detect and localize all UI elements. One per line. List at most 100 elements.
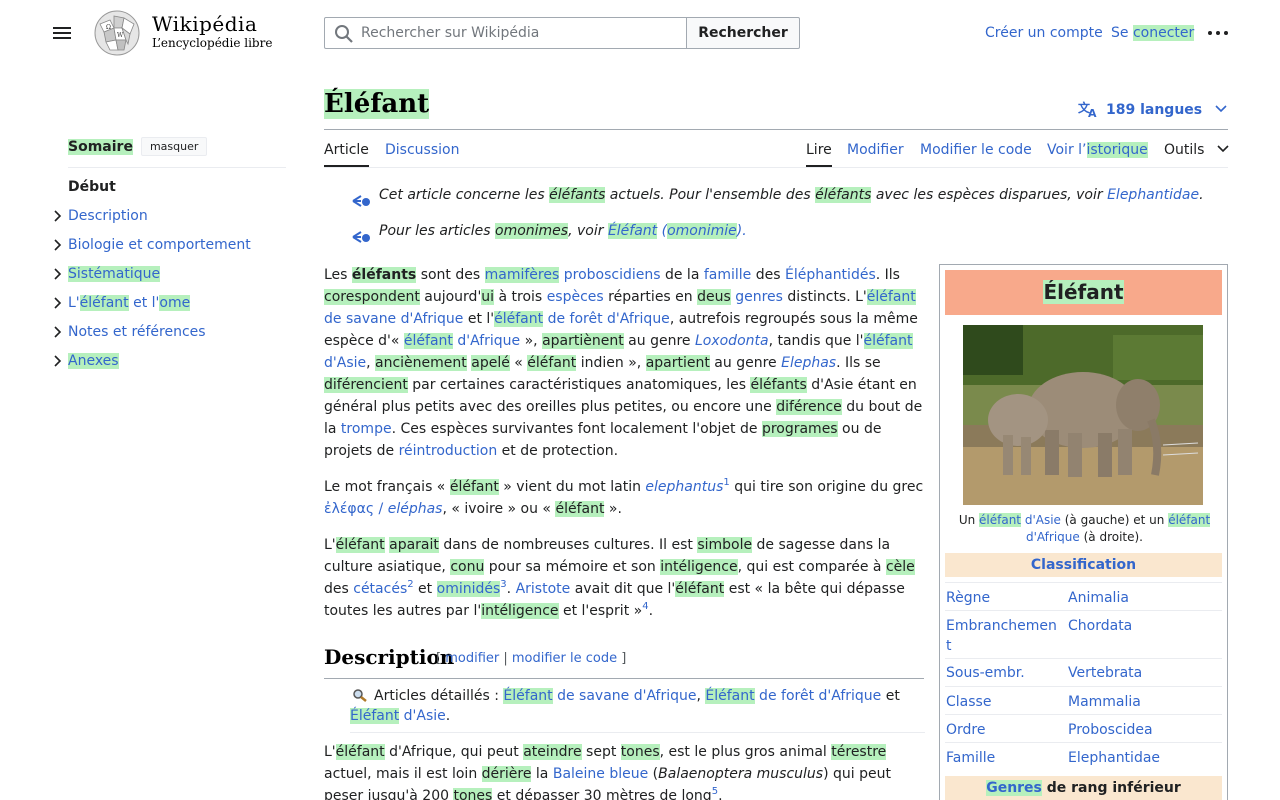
link[interactable]: genres — [735, 289, 783, 305]
toc-item-biologie[interactable]: Biologie et comportement — [54, 237, 251, 253]
toc-item-sistematique[interactable]: Sistématique — [54, 266, 161, 282]
search-input[interactable] — [361, 23, 681, 43]
chevron-right-icon[interactable] — [52, 266, 64, 282]
t: L' — [324, 537, 336, 553]
toc-item-label: Anexes — [68, 353, 119, 369]
hatnote-link-elefant[interactable]: Éléfant — [607, 223, 658, 239]
caption-link[interactable]: d'Asie — [1021, 513, 1061, 527]
t: projets de — [324, 443, 399, 459]
infobox-row-value[interactable]: Animalia — [1068, 588, 1129, 608]
infobox-row-key[interactable]: Famille — [946, 748, 1064, 768]
t: . — [506, 581, 516, 597]
chevron-right-icon[interactable] — [52, 295, 64, 311]
chevron-right-icon[interactable] — [52, 208, 64, 224]
link[interactable]: éléfant — [863, 333, 913, 349]
infobox-row-value[interactable]: Proboscidea — [1068, 720, 1153, 740]
t: toutes les autres par l' — [324, 603, 482, 619]
chevron-right-icon[interactable] — [52, 353, 64, 369]
main-menu-button[interactable] — [50, 21, 74, 45]
link[interactable]: de forêt d'Afrique — [548, 311, 670, 327]
wikipedia-globe-logo[interactable]: Ω W — [92, 10, 142, 56]
t: de sagesse dans la — [752, 537, 891, 553]
link[interactable]: de savane d'Afrique — [324, 311, 463, 327]
toc-item-anexes[interactable]: Anexes — [54, 353, 119, 369]
detail-link[interactable]: Éléfant — [705, 688, 755, 704]
chevron-right-icon[interactable] — [52, 324, 64, 340]
link[interactable]: éléfant — [866, 289, 916, 305]
link[interactable]: éléfant — [494, 311, 544, 327]
login-link[interactable]: Se conecter — [1111, 25, 1195, 41]
infobox-row-key[interactable]: Règne — [946, 588, 1064, 608]
elephants-photo[interactable] — [963, 325, 1203, 505]
link[interactable]: espèces — [547, 289, 604, 305]
infobox-row-key[interactable]: Classe — [946, 692, 1064, 712]
hatnote-link-elephantidae[interactable]: Elephantidae — [1107, 187, 1199, 203]
infobox-row-value[interactable]: Vertebrata — [1068, 663, 1142, 683]
infobox-row-value[interactable]: Elephantidae — [1068, 748, 1160, 768]
caption-link[interactable]: éléfant — [1168, 513, 1211, 527]
intro-paragraph-1: Les éléfants sont des mamifères probosci… — [324, 264, 929, 462]
t: ( — [648, 766, 659, 782]
wordmark[interactable]: Wikipédia — [152, 12, 257, 36]
caption-link[interactable]: éléfant — [979, 513, 1022, 527]
detail-link[interactable]: Éléfant — [503, 688, 553, 704]
link[interactable]: Elephas — [781, 355, 836, 371]
create-account-link[interactable]: Créer un compte — [985, 25, 1103, 41]
link[interactable]: proboscidiens — [564, 267, 661, 283]
tools-menu[interactable]: Outils — [1164, 142, 1229, 158]
link[interactable]: d'Afrique — [457, 333, 520, 349]
link[interactable]: éléfant — [403, 333, 453, 349]
infobox-row: Embranchemen t Chordata — [945, 610, 1222, 658]
infobox-row-key[interactable]: Sous-embr. — [946, 663, 1064, 683]
link[interactable]: cétacés — [353, 581, 407, 597]
t: . Ils se — [836, 355, 881, 371]
tab-edit[interactable]: Modifier — [847, 142, 904, 158]
tab-edit-code[interactable]: Modifier le code — [920, 142, 1032, 158]
toc-hide-button[interactable]: masquer — [140, 137, 208, 156]
link[interactable]: ominidés — [436, 581, 501, 597]
link[interactable]: Loxodonta — [695, 333, 769, 349]
link[interactable]: trompe — [341, 421, 392, 437]
link[interactable]: Baleine bleue — [553, 766, 648, 782]
link[interactable]: elephantus — [645, 479, 723, 495]
detail-link[interactable]: Éléfant — [350, 708, 400, 724]
t: , autrefois regroupés sous la même — [669, 311, 918, 327]
tab-read[interactable]: Lire — [806, 142, 832, 167]
link[interactable]: réintroduction — [399, 443, 498, 459]
infobox-row-key[interactable]: Embranchemen t — [946, 616, 1064, 656]
link[interactable]: ἐλέφας / eléphas — [324, 501, 442, 517]
caption-link[interactable]: d'Afrique — [1026, 530, 1080, 544]
toc-item-elefant-et-lome[interactable]: L'éléfant et l'ome — [54, 295, 191, 311]
detail-link[interactable]: de savane d'Afrique — [553, 688, 696, 704]
tab-article[interactable]: Article — [324, 142, 369, 167]
toc-item-notes[interactable]: Notes et références — [54, 324, 206, 340]
t: L' — [324, 744, 336, 760]
tab-discussion[interactable]: Discussion — [385, 142, 459, 158]
more-options-icon[interactable] — [1206, 22, 1230, 44]
infobox-row-value[interactable]: Chordata — [1068, 616, 1132, 636]
classification-link[interactable]: Classification — [1031, 557, 1136, 573]
infobox-row-value[interactable]: Mammalia — [1068, 692, 1141, 712]
link[interactable]: d'Asie — [324, 355, 366, 371]
tab-history[interactable]: Voir l’istorique — [1047, 142, 1148, 158]
section-edit-code-link[interactable]: modifier le code — [512, 651, 617, 666]
link[interactable]: Aristote — [516, 581, 571, 597]
section-edit-link[interactable]: modifier — [445, 651, 499, 666]
toc-item-description[interactable]: Description — [54, 208, 148, 224]
detailed-articles-note: Articles détaillés : Éléfant de savane d… — [350, 686, 925, 733]
infobox-row-key[interactable]: Ordre — [946, 720, 1064, 740]
t: , est le plus gros animal — [659, 744, 832, 760]
detail-link[interactable]: d'Asie — [399, 708, 446, 724]
hatnote-link-omonimie[interactable]: omonimie — [667, 223, 737, 239]
t: culture asiatique, — [324, 559, 451, 575]
link[interactable]: famille — [704, 267, 751, 283]
search-button[interactable]: Rechercher — [686, 17, 800, 49]
chevron-right-icon[interactable] — [52, 237, 64, 253]
detail-link[interactable]: de forêt d'Afrique — [755, 688, 881, 704]
genres-link[interactable]: Genres — [986, 780, 1042, 796]
toc-item-debut[interactable]: Début — [68, 179, 116, 195]
language-selector[interactable]: 文 A 189 langues — [1078, 100, 1227, 120]
link[interactable]: mamifères — [484, 267, 560, 283]
search-box[interactable] — [324, 17, 687, 49]
link[interactable]: Éléphantidés — [785, 267, 876, 283]
